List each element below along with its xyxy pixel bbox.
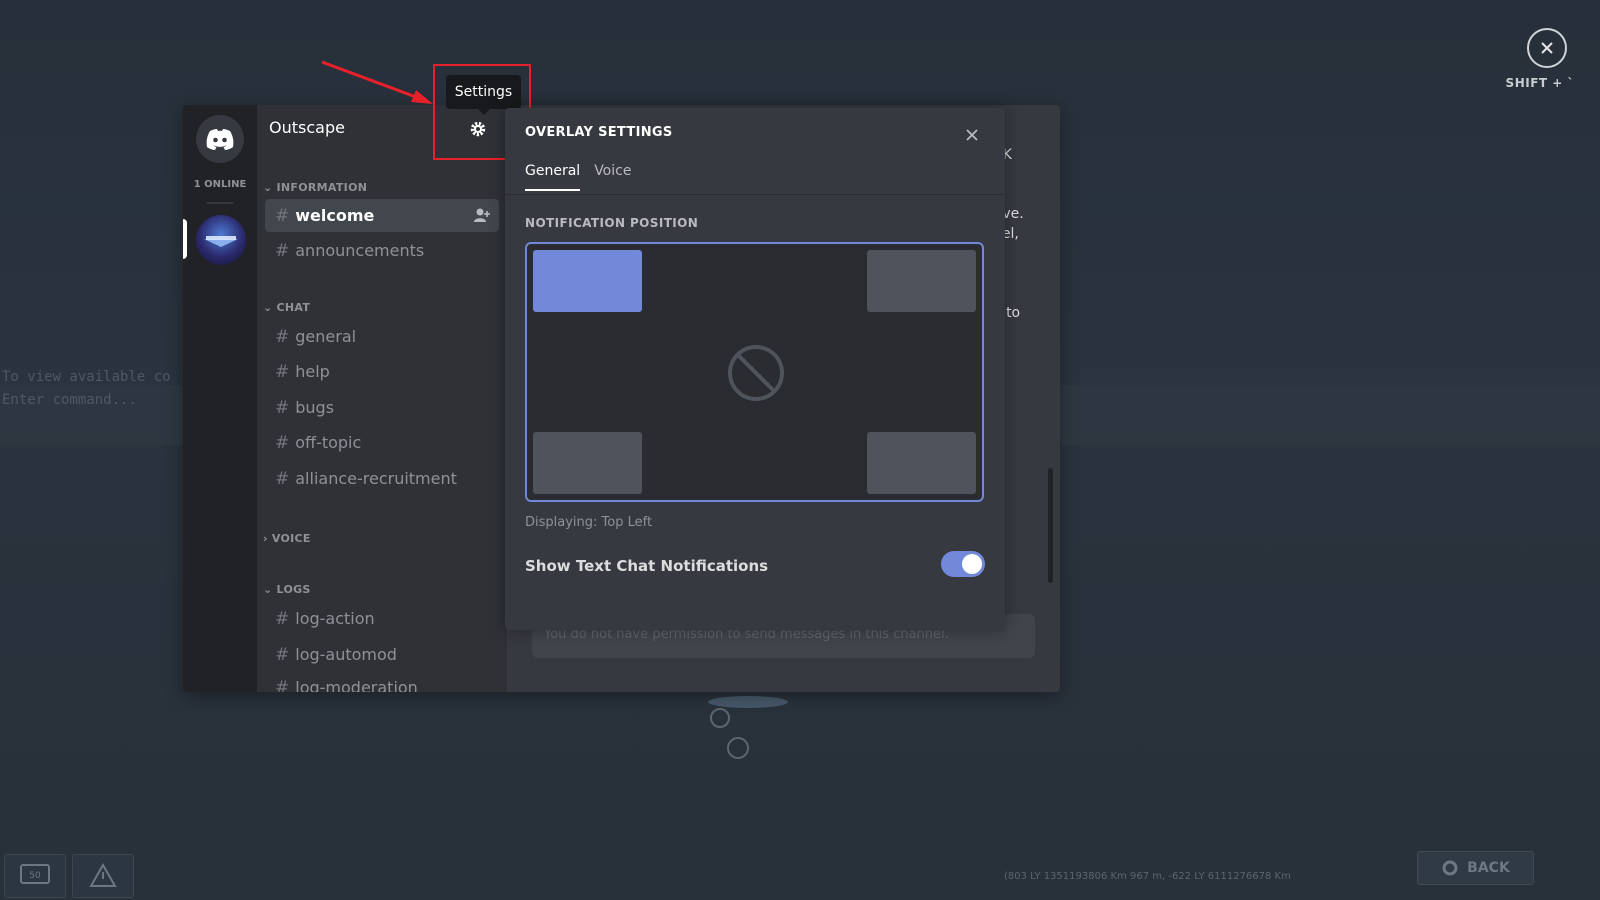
server-icon-outscape[interactable] — [196, 215, 246, 265]
channel-welcome[interactable]: # welcome — [265, 199, 499, 232]
locked-hash-icon: # — [275, 608, 290, 629]
server-name[interactable]: Outscape — [269, 118, 345, 137]
hash-icon: # — [275, 468, 290, 489]
close-overlay-button[interactable] — [1527, 28, 1567, 68]
outscape-logo-icon — [204, 236, 238, 247]
locked-hash-icon: # — [275, 644, 290, 665]
hash-icon: # — [275, 397, 290, 418]
notification-position-label: NOTIFICATION POSITION — [525, 216, 699, 230]
server-separator — [207, 202, 233, 204]
coordinates-readout: (803 LY 1351193806 Km 967 m, -622 LY 611… — [1004, 871, 1291, 882]
toggle-label: Show Text Chat Notifications — [525, 557, 769, 575]
channel-announcements[interactable]: # announcements — [265, 234, 499, 267]
overlay-settings-modal: OVERLAY SETTINGS General Voice NOTIFICAT… — [505, 108, 1005, 630]
game-console: To view available co Enter command... — [2, 366, 171, 412]
tabs-divider — [505, 194, 1005, 195]
discord-logo-icon — [206, 129, 234, 150]
hash-icon: # — [275, 432, 290, 453]
hash-icon: # — [275, 240, 290, 261]
channel-help[interactable]: # help — [265, 355, 499, 388]
category-label: CHAT — [276, 301, 311, 314]
channel-log-action[interactable]: # log-action — [265, 602, 499, 635]
online-count: 1 ONLINE — [193, 179, 247, 190]
disable-notifications-icon[interactable] — [727, 344, 785, 402]
channel-list: Outscape ⌄ INFORMATION # welcome # announce… — [257, 105, 507, 692]
displaying-status: Displaying: Top Left — [525, 515, 653, 530]
invite-user-icon[interactable] — [473, 207, 491, 223]
modal-title: OVERLAY SETTINGS — [525, 125, 673, 140]
hash-icon: # — [275, 326, 290, 347]
channel-label: announcements — [295, 241, 425, 260]
settings-tooltip: Settings — [446, 75, 521, 115]
tab-general[interactable]: General — [525, 163, 581, 191]
category-label: INFORMATION — [276, 181, 368, 194]
position-top-right[interactable] — [867, 250, 976, 312]
channel-bugs[interactable]: # bugs — [265, 391, 499, 424]
back-label: BACK — [1467, 860, 1510, 876]
console-line: To view available co — [2, 369, 171, 385]
close-icon[interactable] — [965, 128, 979, 142]
toggle-knob — [962, 554, 982, 574]
warning-icon — [89, 863, 117, 887]
category-information[interactable]: ⌄ INFORMATION — [263, 181, 367, 194]
chevron-down-icon: ⌄ — [263, 301, 273, 314]
modal-tabs: General Voice — [525, 163, 631, 191]
hash-icon: # — [275, 361, 290, 382]
category-label: LOGS — [276, 583, 311, 596]
channel-alliance-recruitment[interactable]: # alliance-recruitment — [265, 462, 499, 495]
position-bottom-right[interactable] — [867, 432, 976, 494]
text-chat-notifications-toggle[interactable] — [941, 551, 985, 577]
channel-label: bugs — [295, 398, 335, 417]
channel-label: off-topic — [295, 433, 362, 452]
server-list: 1 ONLINE — [183, 105, 257, 692]
category-logs[interactable]: ⌄ LOGS — [263, 583, 311, 596]
server-active-indicator — [183, 219, 187, 259]
channel-general[interactable]: # general — [265, 320, 499, 353]
discord-home-button[interactable] — [196, 115, 244, 163]
channel-label: log-moderation — [295, 678, 418, 692]
position-top-left[interactable] — [533, 250, 642, 312]
channel-label: welcome — [295, 206, 375, 225]
category-label: VOICE — [271, 532, 311, 545]
channel-log-moderation[interactable]: # log-moderation — [265, 671, 499, 693]
gear-icon — [1442, 860, 1458, 876]
channel-log-automod[interactable]: # log-automod — [265, 638, 499, 671]
channel-label: help — [295, 362, 330, 381]
chat-icon: 50 — [20, 864, 50, 884]
chat-button[interactable]: 50 — [4, 854, 66, 898]
map-marker-icon — [708, 696, 788, 759]
position-bottom-left[interactable] — [533, 432, 642, 494]
category-voice[interactable]: › VOICE — [263, 532, 311, 545]
hash-icon: # — [275, 205, 290, 226]
annotation-arrow — [321, 60, 433, 104]
tab-voice[interactable]: Voice — [594, 163, 631, 191]
channel-label: log-automod — [295, 645, 397, 664]
chevron-down-icon: ⌄ — [263, 583, 273, 596]
svg-text:50: 50 — [29, 871, 41, 881]
channel-label: general — [295, 327, 357, 346]
notification-position-picker — [525, 242, 984, 502]
shift-shortcut-label: SHIFT + ` — [1505, 76, 1574, 90]
channel-off-topic[interactable]: # off-topic — [265, 426, 499, 459]
category-chat[interactable]: ⌄ CHAT — [263, 301, 310, 314]
chevron-right-icon: › — [263, 532, 268, 545]
channel-label: alliance-recruitment — [295, 469, 457, 488]
locked-hash-icon: # — [275, 677, 290, 693]
content-scrollbar[interactable] — [1048, 468, 1053, 583]
console-input[interactable]: Enter command... — [2, 389, 171, 412]
back-button[interactable]: BACK — [1417, 851, 1534, 885]
close-icon — [1541, 42, 1553, 54]
channel-label: log-action — [295, 609, 375, 628]
alert-button[interactable] — [72, 854, 134, 898]
chevron-down-icon: ⌄ — [263, 181, 273, 194]
